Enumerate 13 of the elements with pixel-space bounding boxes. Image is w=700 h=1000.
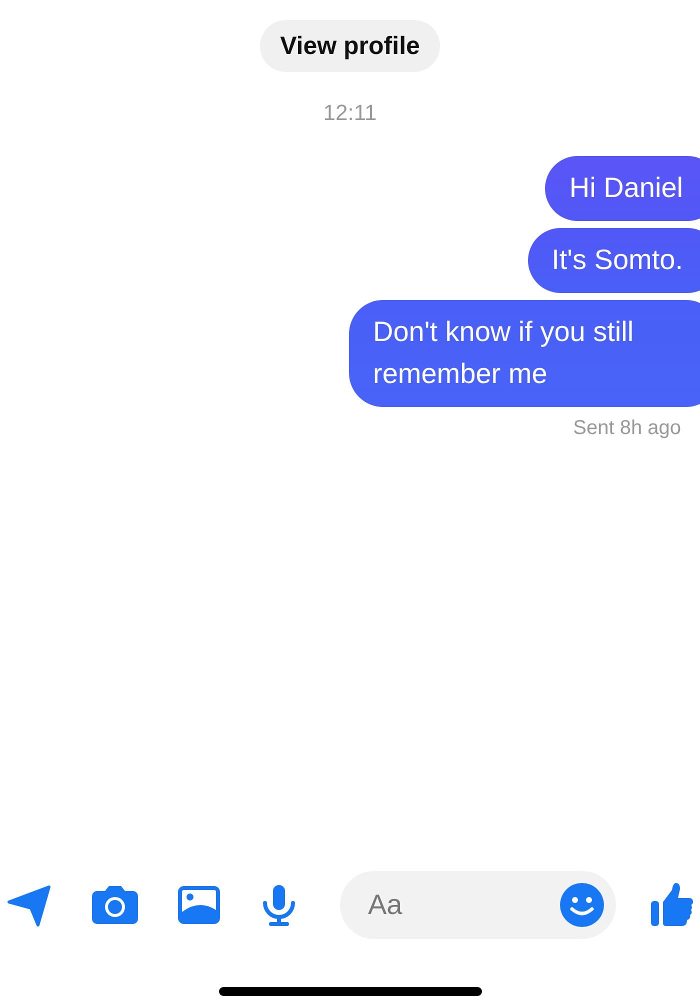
thumbs-up-icon[interactable] [650,882,694,928]
sent-status: Sent 8h ago [573,417,681,440]
location-arrow-icon[interactable] [7,883,51,927]
view-profile-button[interactable]: View profile [260,20,440,72]
microphone-icon[interactable] [262,884,296,926]
message-input-field[interactable]: Aa [340,871,616,939]
message-bubble: Don't know if you still remember me [349,300,700,407]
timestamp: 12:11 [323,100,377,126]
smiley-icon[interactable] [560,883,604,927]
message-bubble: It's Somto. [528,228,700,293]
camera-icon[interactable] [91,885,139,925]
image-icon[interactable] [177,885,221,925]
message-bubble: Hi Daniel [545,156,700,221]
